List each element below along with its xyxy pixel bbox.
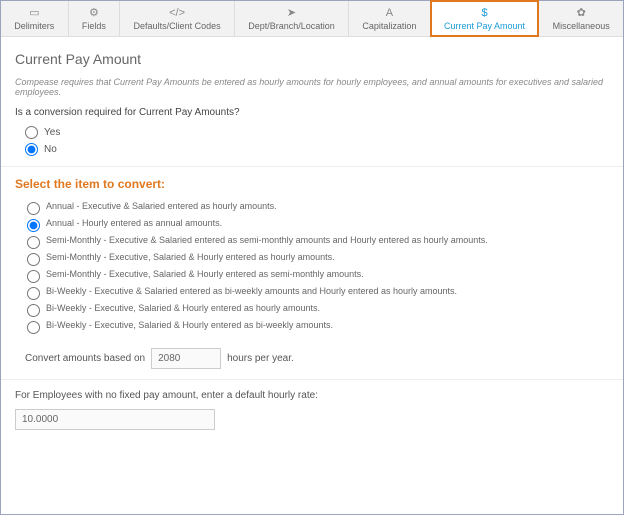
convert-option-radio[interactable]: [27, 253, 40, 266]
tab-miscellaneous[interactable]: ✿ Miscellaneous: [539, 1, 623, 36]
tab-delimiters[interactable]: ▭ Delimiters: [1, 1, 69, 36]
yes-label: Yes: [44, 127, 60, 138]
convert-option-2[interactable]: Semi-Monthly - Executive & Salaried ente…: [27, 235, 609, 249]
tab-defaults-client-codes[interactable]: </> Defaults/Client Codes: [120, 1, 235, 36]
convert-option-radio[interactable]: [27, 304, 40, 317]
convert-option-radio[interactable]: [27, 219, 40, 232]
convert-option-0[interactable]: Annual - Executive & Salaried entered as…: [27, 201, 609, 215]
conversion-question: Is a conversion required for Current Pay…: [15, 107, 609, 118]
tab-label: Fields: [82, 21, 106, 31]
intro-text: Compease requires that Current Pay Amoun…: [15, 77, 609, 97]
location-icon: ➤: [239, 7, 344, 19]
convert-suffix: hours per year.: [227, 353, 294, 364]
option-label: Bi-Weekly - Executive & Salaried entered…: [46, 286, 457, 296]
option-label: Semi-Monthly - Executive & Salaried ente…: [46, 235, 488, 245]
convert-option-radio[interactable]: [27, 270, 40, 283]
convert-option-radio[interactable]: [27, 202, 40, 215]
option-label: Annual - Hourly entered as annual amount…: [46, 218, 222, 228]
convert-option-5[interactable]: Bi-Weekly - Executive & Salaried entered…: [27, 286, 609, 300]
app-window: ▭ Delimiters ⚙ Fields </> Defaults/Clien…: [0, 0, 624, 515]
fields-icon: ⚙: [73, 7, 116, 19]
option-label: Bi-Weekly - Executive, Salaried & Hourly…: [46, 320, 333, 330]
dollar-icon: $: [435, 7, 535, 19]
default-hourly-rate-input[interactable]: [15, 409, 215, 430]
tab-label: Dept/Branch/Location: [248, 21, 335, 31]
convert-prefix: Convert amounts based on: [25, 353, 145, 364]
convert-option-7[interactable]: Bi-Weekly - Executive, Salaried & Hourly…: [27, 320, 609, 334]
tab-label: Defaults/Client Codes: [134, 21, 221, 31]
conversion-yes-row[interactable]: Yes: [25, 126, 609, 139]
misc-icon: ✿: [543, 7, 619, 19]
code-icon: </>: [124, 7, 230, 19]
tab-label: Delimiters: [14, 21, 54, 31]
conversion-no-row[interactable]: No: [25, 143, 609, 156]
convert-option-6[interactable]: Bi-Weekly - Executive, Salaried & Hourly…: [27, 303, 609, 317]
tab-label: Capitalization: [362, 21, 416, 31]
convert-option-radio[interactable]: [27, 321, 40, 334]
divider: [1, 166, 623, 167]
option-label: Bi-Weekly - Executive, Salaried & Hourly…: [46, 303, 320, 313]
section-title: Select the item to convert:: [15, 177, 609, 191]
tab-label: Miscellaneous: [553, 21, 610, 31]
convert-option-radio[interactable]: [27, 287, 40, 300]
convert-option-radio[interactable]: [27, 236, 40, 249]
convert-option-3[interactable]: Semi-Monthly - Executive, Salaried & Hou…: [27, 252, 609, 266]
option-label: Semi-Monthly - Executive, Salaried & Hou…: [46, 252, 335, 262]
no-label: No: [44, 144, 57, 155]
convert-option-1[interactable]: Annual - Hourly entered as annual amount…: [27, 218, 609, 232]
tab-capitalization[interactable]: A Capitalization: [349, 1, 431, 36]
tab-current-pay-amount[interactable]: $ Current Pay Amount: [431, 1, 540, 37]
default-rate-label: For Employees with no fixed pay amount, …: [15, 390, 609, 401]
delimiters-icon: ▭: [5, 7, 64, 19]
capitalization-icon: A: [353, 7, 426, 19]
tab-label: Current Pay Amount: [444, 21, 525, 31]
option-label: Semi-Monthly - Executive, Salaried & Hou…: [46, 269, 364, 279]
conversion-no-radio[interactable]: [25, 143, 38, 156]
content-panel: Current Pay Amount Compease requires tha…: [1, 37, 623, 442]
tab-dept-branch-location[interactable]: ➤ Dept/Branch/Location: [235, 1, 349, 36]
hours-per-year-input[interactable]: [151, 348, 221, 369]
option-label: Annual - Executive & Salaried entered as…: [46, 201, 277, 211]
tab-bar: ▭ Delimiters ⚙ Fields </> Defaults/Clien…: [1, 1, 623, 37]
convert-option-4[interactable]: Semi-Monthly - Executive, Salaried & Hou…: [27, 269, 609, 283]
conversion-yes-radio[interactable]: [25, 126, 38, 139]
convert-basis-row: Convert amounts based on hours per year.: [25, 348, 609, 369]
page-title: Current Pay Amount: [15, 51, 609, 67]
divider: [1, 379, 623, 380]
tab-fields[interactable]: ⚙ Fields: [69, 1, 121, 36]
